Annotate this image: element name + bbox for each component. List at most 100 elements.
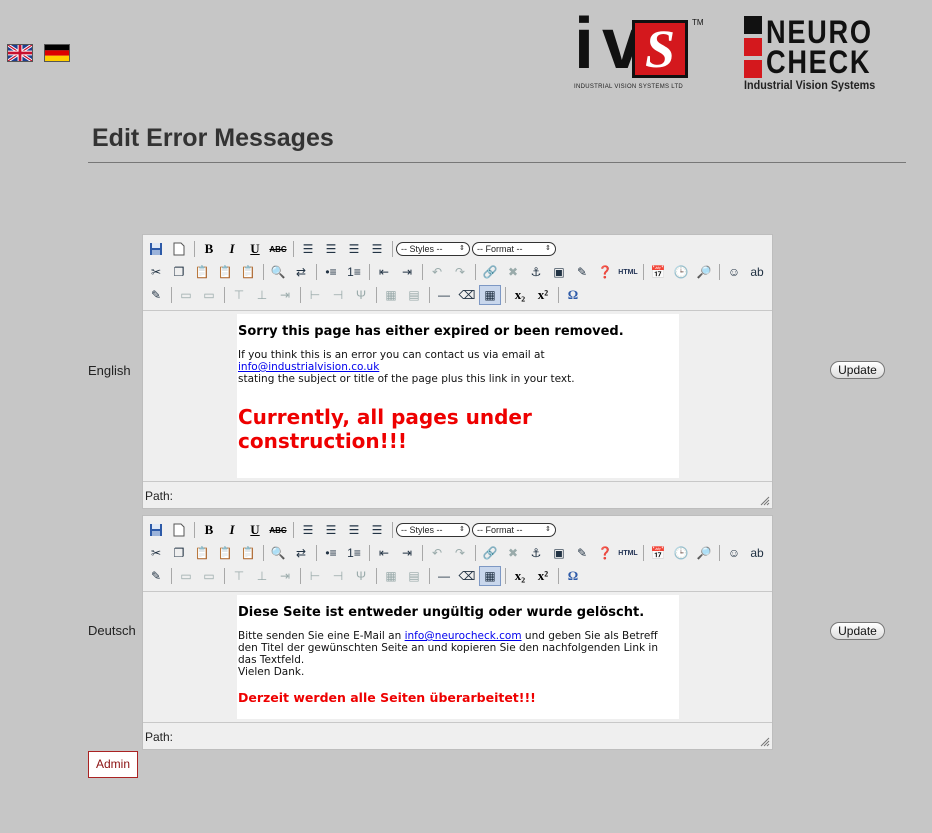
cell-props-icon[interactable]: ▭	[198, 566, 220, 586]
anchor-icon[interactable]: ⚓	[525, 543, 547, 563]
cell-props-icon[interactable]: ▭	[198, 285, 220, 305]
eraser-icon[interactable]: ⌫	[456, 566, 478, 586]
admin-button[interactable]: Admin	[88, 751, 138, 778]
emoticon-icon[interactable]: ☺	[723, 262, 745, 282]
insert-row-before-icon[interactable]: ⊤	[228, 566, 250, 586]
find-icon[interactable]: 🔍	[267, 543, 289, 563]
spellcheck-icon[interactable]: ab	[746, 262, 768, 282]
new-document-icon[interactable]	[168, 520, 190, 540]
bold-icon[interactable]: B	[198, 520, 220, 540]
find-icon[interactable]: 🔍	[267, 262, 289, 282]
copy-icon[interactable]: ❐	[168, 543, 190, 563]
email-link[interactable]: info@industrialvision.co.uk	[238, 361, 379, 373]
horizontal-rule-icon[interactable]: —	[433, 566, 455, 586]
insert-col-after-icon[interactable]: ⊣	[327, 285, 349, 305]
align-center-icon[interactable]: ☰	[320, 239, 342, 259]
delete-col-icon[interactable]: Ψ	[350, 285, 372, 305]
superscript-icon[interactable]: x²	[532, 566, 554, 586]
merge-cells-icon[interactable]: ▤	[403, 285, 425, 305]
paste-text-icon[interactable]: 📋	[214, 262, 236, 282]
help-icon[interactable]: ❓	[594, 543, 616, 563]
insert-date-icon[interactable]: 📅	[647, 262, 669, 282]
unlink-icon[interactable]: ✖	[502, 543, 524, 563]
help-icon[interactable]: ❓	[594, 262, 616, 282]
paste-word-icon[interactable]: 📋	[237, 543, 259, 563]
subscript-icon[interactable]: x₂	[509, 566, 531, 586]
table-icon[interactable]: ▦	[479, 285, 501, 305]
table-icon[interactable]: ▦	[479, 566, 501, 586]
preview-icon[interactable]: 🔎	[693, 262, 715, 282]
numbered-list-icon[interactable]: 1≡	[343, 543, 365, 563]
bold-icon[interactable]: B	[198, 239, 220, 259]
underline-icon[interactable]: U	[244, 239, 266, 259]
anchor-icon[interactable]: ⚓	[525, 262, 547, 282]
styles-select[interactable]: -- Styles -- ⇕	[396, 242, 470, 256]
replace-icon[interactable]: ⇄	[290, 262, 312, 282]
strikethrough-icon[interactable]: ABC	[267, 520, 289, 540]
editor-content-area[interactable]: Diese Seite ist entweder ungültig oder w…	[143, 592, 772, 722]
redo-icon[interactable]: ↷	[449, 543, 471, 563]
visual-aid-icon[interactable]: ✎	[145, 285, 167, 305]
underline-icon[interactable]: U	[244, 520, 266, 540]
strikethrough-icon[interactable]: ABC	[267, 239, 289, 259]
align-justify-icon[interactable]: ☰	[366, 239, 388, 259]
row-props-icon[interactable]: ▭	[175, 566, 197, 586]
replace-icon[interactable]: ⇄	[290, 543, 312, 563]
editor-document[interactable]: Sorry this page has either expired or be…	[237, 314, 679, 478]
german-flag-icon[interactable]	[44, 44, 70, 62]
insert-col-before-icon[interactable]: ⊢	[304, 566, 326, 586]
row-props-icon[interactable]: ▭	[175, 285, 197, 305]
bullet-list-icon[interactable]: •≡	[320, 543, 342, 563]
image-icon[interactable]: ▣	[548, 262, 570, 282]
resize-grip-icon[interactable]	[760, 496, 770, 506]
insert-time-icon[interactable]: 🕒	[670, 262, 692, 282]
redo-icon[interactable]: ↷	[449, 262, 471, 282]
preview-icon[interactable]: 🔎	[693, 543, 715, 563]
align-right-icon[interactable]: ☰	[343, 520, 365, 540]
align-justify-icon[interactable]: ☰	[366, 520, 388, 540]
split-cells-icon[interactable]: ▦	[380, 285, 402, 305]
resize-grip-icon[interactable]	[760, 737, 770, 747]
delete-col-icon[interactable]: Ψ	[350, 566, 372, 586]
italic-icon[interactable]: I	[221, 239, 243, 259]
unlink-icon[interactable]: ✖	[502, 262, 524, 282]
styles-select[interactable]: -- Styles -- ⇕	[396, 523, 470, 537]
bullet-list-icon[interactable]: •≡	[320, 262, 342, 282]
split-cells-icon[interactable]: ▦	[380, 566, 402, 586]
special-char-icon[interactable]: Ω	[562, 285, 584, 305]
cleanup-icon[interactable]: ✎	[571, 262, 593, 282]
delete-row-icon[interactable]: ⇥	[274, 566, 296, 586]
superscript-icon[interactable]: x²	[532, 285, 554, 305]
insert-time-icon[interactable]: 🕒	[670, 543, 692, 563]
undo-icon[interactable]: ↶	[426, 262, 448, 282]
copy-icon[interactable]: ❐	[168, 262, 190, 282]
email-link[interactable]: info@neurocheck.com	[405, 630, 522, 642]
save-icon[interactable]	[145, 520, 167, 540]
spellcheck-icon[interactable]: ab	[746, 543, 768, 563]
align-left-icon[interactable]: ☰	[297, 239, 319, 259]
insert-col-after-icon[interactable]: ⊣	[327, 566, 349, 586]
format-select[interactable]: -- Format -- ⇕	[472, 523, 556, 537]
english-flag-icon[interactable]	[7, 44, 33, 62]
align-right-icon[interactable]: ☰	[343, 239, 365, 259]
indent-icon[interactable]: ⇥	[396, 262, 418, 282]
merge-cells-icon[interactable]: ▤	[403, 566, 425, 586]
cut-icon[interactable]: ✂	[145, 262, 167, 282]
indent-icon[interactable]: ⇥	[396, 543, 418, 563]
link-icon[interactable]: 🔗	[479, 543, 501, 563]
image-icon[interactable]: ▣	[548, 543, 570, 563]
insert-col-before-icon[interactable]: ⊢	[304, 285, 326, 305]
new-document-icon[interactable]	[168, 239, 190, 259]
save-icon[interactable]	[145, 239, 167, 259]
align-center-icon[interactable]: ☰	[320, 520, 342, 540]
update-deutsch-button[interactable]: Update	[830, 622, 885, 640]
paste-text-icon[interactable]: 📋	[214, 543, 236, 563]
eraser-icon[interactable]: ⌫	[456, 285, 478, 305]
insert-row-after-icon[interactable]: ⊥	[251, 285, 273, 305]
paste-icon[interactable]: 📋	[191, 262, 213, 282]
link-icon[interactable]: 🔗	[479, 262, 501, 282]
numbered-list-icon[interactable]: 1≡	[343, 262, 365, 282]
italic-icon[interactable]: I	[221, 520, 243, 540]
html-source-icon[interactable]: HTML	[617, 543, 639, 563]
cut-icon[interactable]: ✂	[145, 543, 167, 563]
